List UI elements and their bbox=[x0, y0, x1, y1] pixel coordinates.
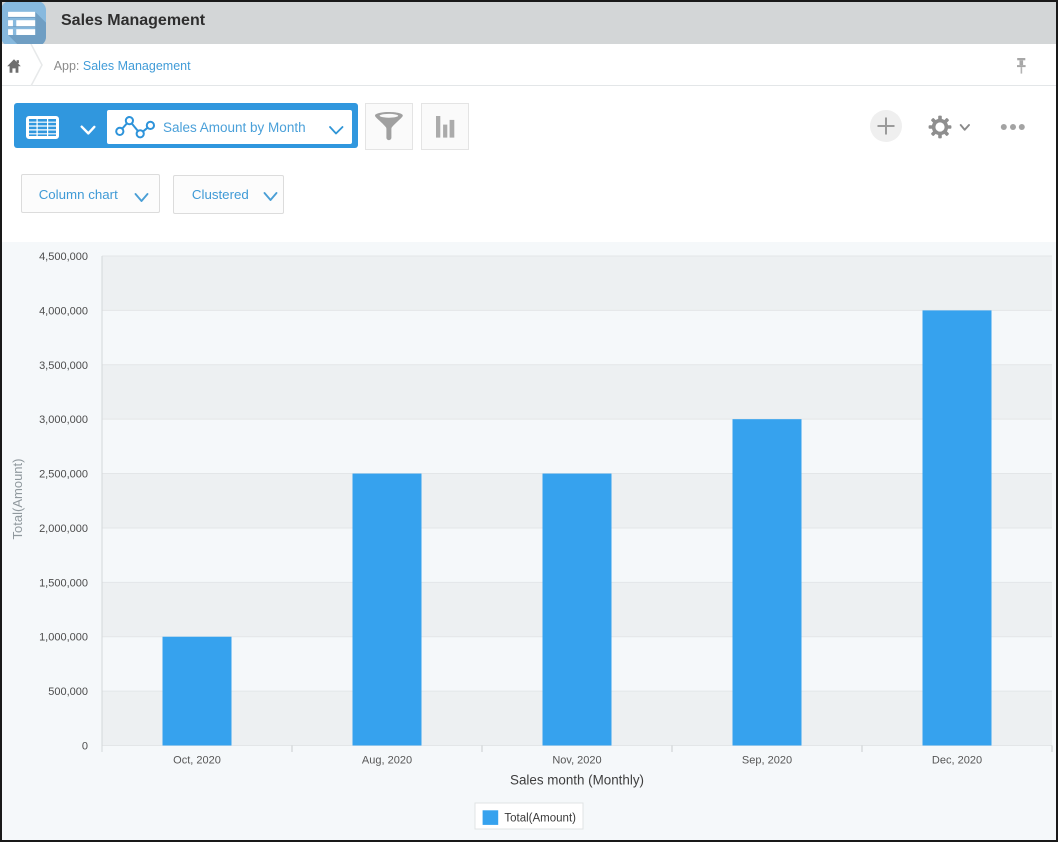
svg-text:Sep, 2020: Sep, 2020 bbox=[742, 755, 792, 767]
svg-text:3,000,000: 3,000,000 bbox=[39, 414, 88, 426]
svg-text:Aug, 2020: Aug, 2020 bbox=[362, 755, 412, 767]
svg-text:Total(Amount): Total(Amount) bbox=[10, 459, 25, 540]
svg-text:Sales month (Monthly): Sales month (Monthly) bbox=[510, 773, 644, 788]
svg-text:2,500,000: 2,500,000 bbox=[39, 469, 88, 481]
svg-text:4,500,000: 4,500,000 bbox=[39, 251, 88, 263]
svg-text:3,500,000: 3,500,000 bbox=[39, 360, 88, 372]
svg-text:500,000: 500,000 bbox=[48, 686, 88, 698]
svg-text:1,500,000: 1,500,000 bbox=[39, 577, 88, 589]
svg-text:Total(Amount): Total(Amount) bbox=[504, 813, 576, 825]
svg-text:4,000,000: 4,000,000 bbox=[39, 305, 88, 317]
svg-text:2,000,000: 2,000,000 bbox=[39, 523, 88, 535]
svg-text:1,000,000: 1,000,000 bbox=[39, 632, 88, 644]
svg-text:Oct, 2020: Oct, 2020 bbox=[173, 755, 221, 767]
svg-text:0: 0 bbox=[82, 741, 88, 753]
svg-text:Nov, 2020: Nov, 2020 bbox=[552, 755, 601, 767]
svg-text:Dec, 2020: Dec, 2020 bbox=[932, 755, 982, 767]
